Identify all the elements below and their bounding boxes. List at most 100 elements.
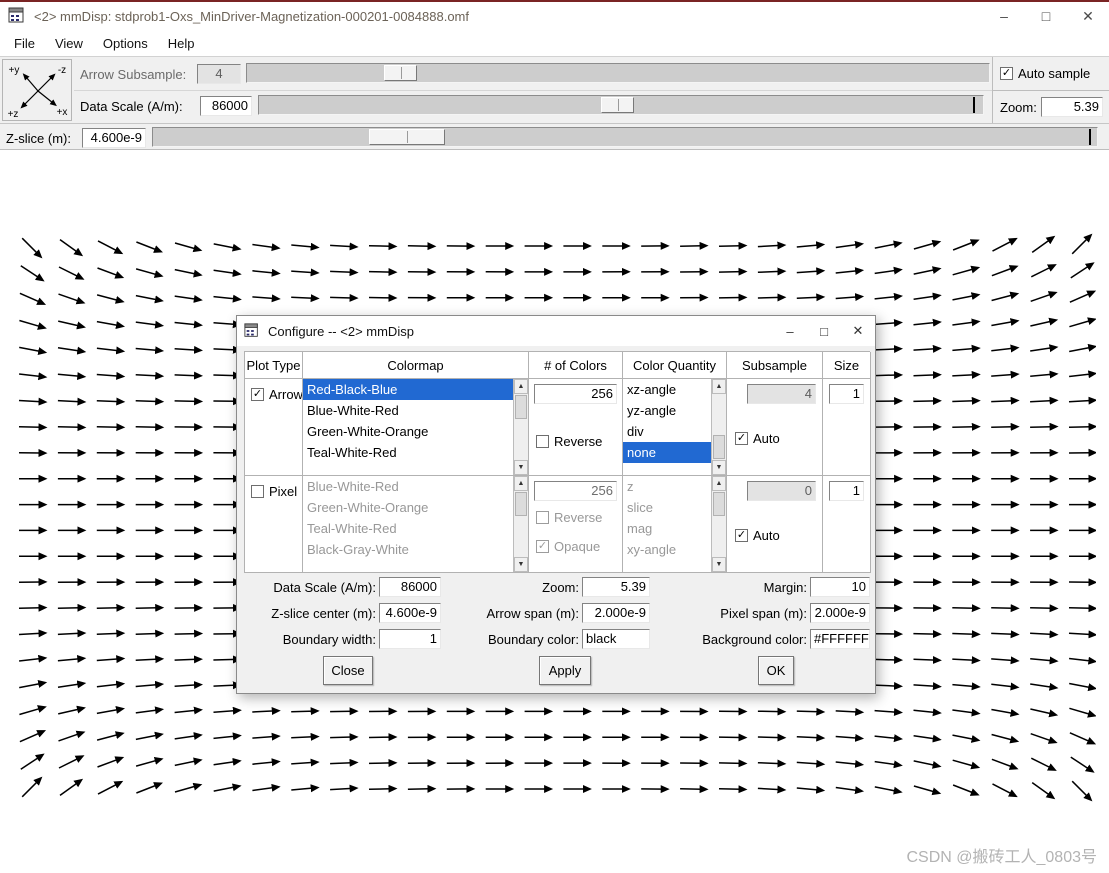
list-item[interactable]: Red-Black-Blue xyxy=(303,379,513,400)
menu-view[interactable]: View xyxy=(45,32,93,55)
pixel-opaque-checkbox[interactable]: ✓ Opaque xyxy=(536,539,600,554)
close-button[interactable]: Close xyxy=(323,656,373,685)
arrow-subsample-slider[interactable] xyxy=(246,63,990,83)
data-scale-slider[interactable] xyxy=(258,95,984,115)
pixel-size-cell: 1 xyxy=(823,476,871,573)
minimize-icon[interactable]: – xyxy=(983,2,1025,30)
dlg-zoom-field[interactable]: 5.39 xyxy=(582,577,650,597)
pixel-subsample-field[interactable]: 0 xyxy=(747,481,816,501)
pixel-auto-checkbox[interactable]: ✓ Auto xyxy=(735,528,780,543)
arrow-subsample-value[interactable]: 4 xyxy=(197,64,241,84)
dialog-close-icon[interactable]: ✕ xyxy=(841,316,875,346)
scroll-down-icon[interactable]: ▼ xyxy=(514,557,528,572)
list-item[interactable]: Blue-White-Red xyxy=(303,400,513,421)
list-item[interactable]: mag xyxy=(623,518,711,539)
scrollbar[interactable]: ▲ ▼ xyxy=(711,379,726,475)
scroll-up-icon[interactable]: ▲ xyxy=(514,476,528,491)
checkbox-unchecked-icon[interactable] xyxy=(251,485,264,498)
zoom-value[interactable]: 5.39 xyxy=(1041,97,1103,117)
pixel-colormap-cell: Blue-White-Red Green-White-Orange Teal-W… xyxy=(303,476,529,573)
list-item[interactable]: Blue-White-Red xyxy=(303,476,513,497)
scrollbar-thumb[interactable] xyxy=(713,492,725,516)
dlg-pixel-span-field[interactable]: 2.000e-9 xyxy=(810,603,870,623)
scroll-down-icon[interactable]: ▼ xyxy=(712,557,726,572)
checkbox-unchecked-icon[interactable] xyxy=(536,511,549,524)
ok-button[interactable]: OK xyxy=(758,656,794,685)
arrow-reverse-checkbox[interactable]: Reverse xyxy=(536,434,602,449)
auto-sample-checkbox[interactable]: ✓ Auto sample xyxy=(1000,66,1090,81)
titlebar[interactable]: <2> mmDisp: stdprob1-Oxs_MinDriver-Magne… xyxy=(0,2,1109,30)
arrow-colormap-listbox[interactable]: Red-Black-Blue Blue-White-Red Green-Whit… xyxy=(303,379,528,475)
dialog-maximize-icon[interactable]: □ xyxy=(807,316,841,346)
maximize-icon[interactable]: □ xyxy=(1025,2,1067,30)
dlg-background-color-field[interactable]: #FFFFFF xyxy=(810,629,870,649)
dlg-data-scale-field[interactable]: 86000 xyxy=(379,577,441,597)
pixel-num-colors-field[interactable]: 256 xyxy=(534,481,617,501)
checkbox-checked-icon[interactable]: ✓ xyxy=(536,540,549,553)
list-item[interactable]: xz-angle xyxy=(623,379,711,400)
scroll-up-icon[interactable]: ▲ xyxy=(514,379,528,394)
scrollbar-thumb[interactable] xyxy=(713,435,725,459)
checkbox-checked-icon[interactable]: ✓ xyxy=(1000,67,1013,80)
checkbox-checked-icon[interactable]: ✓ xyxy=(735,529,748,542)
arrow-auto-label: Auto xyxy=(753,431,780,446)
scrollbar[interactable]: ▲ ▼ xyxy=(711,476,726,572)
list-item[interactable]: none xyxy=(623,442,711,463)
list-item[interactable]: slice xyxy=(623,497,711,518)
arrow-subsample-slider-handle[interactable] xyxy=(384,65,417,81)
scrollbar[interactable]: ▲ ▼ xyxy=(513,379,528,475)
dlg-arrow-span-field[interactable]: 2.000e-9 xyxy=(582,603,650,623)
list-item[interactable]: Teal-White-Red xyxy=(303,518,513,539)
pixel-colormap-listbox[interactable]: Blue-White-Red Green-White-Orange Teal-W… xyxy=(303,476,528,572)
pixel-size-field[interactable]: 1 xyxy=(829,481,864,501)
arrow-num-colors-field[interactable]: 256 xyxy=(534,384,617,404)
dlg-boundary-color-field[interactable]: black xyxy=(582,629,650,649)
scroll-down-icon[interactable]: ▼ xyxy=(712,460,726,475)
z-slice-value[interactable]: 4.600e-9 xyxy=(82,128,146,148)
list-item[interactable]: yz-angle xyxy=(623,400,711,421)
pixel-checkbox[interactable]: Pixel xyxy=(251,484,297,499)
list-item[interactable]: z xyxy=(623,476,711,497)
axis-x-label: +x xyxy=(57,107,68,118)
checkbox-checked-icon[interactable]: ✓ xyxy=(251,388,264,401)
arrow-auto-checkbox[interactable]: ✓ Auto xyxy=(735,431,780,446)
scroll-up-icon[interactable]: ▲ xyxy=(712,476,726,491)
checkbox-unchecked-icon[interactable] xyxy=(536,435,549,448)
scrollbar-thumb[interactable] xyxy=(515,395,527,419)
checkbox-checked-icon[interactable]: ✓ xyxy=(735,432,748,445)
scrollbar-thumb[interactable] xyxy=(515,492,527,516)
coordinate-axes-widget[interactable]: +y -z +z +x xyxy=(2,59,72,121)
data-scale-value[interactable]: 86000 xyxy=(200,96,252,116)
scroll-down-icon[interactable]: ▼ xyxy=(514,460,528,475)
data-scale-slider-handle[interactable] xyxy=(601,97,634,113)
z-slice-slider-handle[interactable] xyxy=(369,129,445,145)
dialog-minimize-icon[interactable]: – xyxy=(773,316,807,346)
pixel-reverse-checkbox[interactable]: Reverse xyxy=(536,510,602,525)
menu-options[interactable]: Options xyxy=(93,32,158,55)
pixel-quantity-listbox[interactable]: z slice mag xy-angle ▲ ▼ xyxy=(623,476,726,572)
dialog-title: Configure -- <2> mmDisp xyxy=(268,323,414,339)
menu-file[interactable]: File xyxy=(4,32,45,55)
list-item[interactable]: xy-angle xyxy=(623,539,711,560)
zoom-panel: Zoom: 5.39 xyxy=(992,90,1109,123)
close-icon[interactable]: ✕ xyxy=(1067,2,1109,30)
arrow-quantity-listbox[interactable]: xz-angle yz-angle div none ▲ ▼ xyxy=(623,379,726,475)
scroll-up-icon[interactable]: ▲ xyxy=(712,379,726,394)
z-slice-slider[interactable] xyxy=(152,127,1098,147)
dlg-boundary-width-field[interactable]: 1 xyxy=(379,629,441,649)
arrow-checkbox[interactable]: ✓ Arrow xyxy=(251,387,302,402)
list-item[interactable]: Teal-White-Red xyxy=(303,442,513,463)
dialog-titlebar[interactable]: Configure -- <2> mmDisp – □ ✕ xyxy=(237,316,875,346)
menu-help[interactable]: Help xyxy=(158,32,205,55)
arrow-subsample-field[interactable]: 4 xyxy=(747,384,816,404)
dlg-z-slice-center-field[interactable]: 4.600e-9 xyxy=(379,603,441,623)
dlg-margin-field[interactable]: 10 xyxy=(810,577,870,597)
apply-button[interactable]: Apply xyxy=(539,656,591,685)
list-item[interactable]: Black-Gray-White xyxy=(303,539,513,560)
list-item[interactable]: Green-White-Orange xyxy=(303,421,513,442)
arrow-size-field[interactable]: 1 xyxy=(829,384,864,404)
list-item[interactable]: Green-White-Orange xyxy=(303,497,513,518)
scrollbar[interactable]: ▲ ▼ xyxy=(513,476,528,572)
window-title: <2> mmDisp: stdprob1-Oxs_MinDriver-Magne… xyxy=(34,8,469,24)
list-item[interactable]: div xyxy=(623,421,711,442)
